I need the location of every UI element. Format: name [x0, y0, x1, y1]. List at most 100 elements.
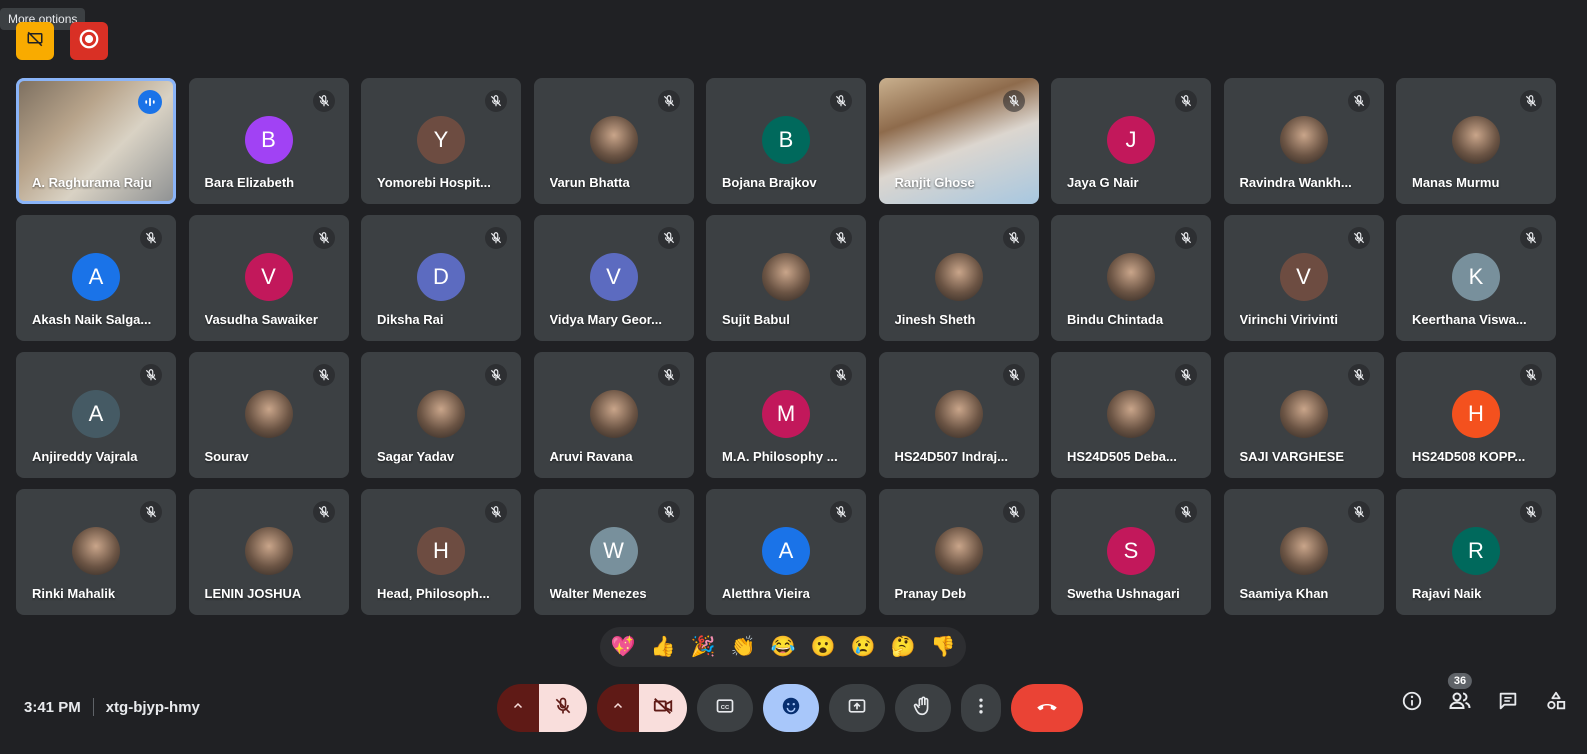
mic-muted-icon [485, 227, 507, 249]
avatar [934, 527, 983, 575]
reaction-emoji-button[interactable]: 👍 [650, 637, 676, 657]
camera-toggle-button[interactable] [639, 684, 687, 732]
participant-tile[interactable]: Ravindra Wankh... [1223, 78, 1384, 204]
record-icon [78, 28, 100, 55]
mic-muted-icon [312, 227, 335, 249]
recording-badge[interactable] [70, 22, 108, 60]
participant-name: Manas Murmu [1412, 175, 1500, 190]
participant-tile[interactable]: H Head, Philosoph... [361, 489, 521, 615]
present-screen-button[interactable] [829, 684, 885, 732]
avatar: V [244, 253, 293, 301]
avatar [1107, 253, 1155, 301]
participant-tile[interactable]: LENIN JOSHUA [188, 489, 349, 615]
reaction-emoji-button[interactable]: 🤔 [890, 637, 916, 657]
participant-tile[interactable]: V Vidya Mary Geor... [533, 215, 694, 341]
avatar [934, 390, 983, 438]
participant-tile[interactable]: HS24D507 Indraj... [878, 352, 1039, 478]
raise-hand-button[interactable] [895, 684, 951, 732]
participant-tile[interactable]: HS24D505 Deba... [1051, 352, 1211, 478]
participant-tile[interactable]: Jinesh Sheth [878, 215, 1039, 341]
reaction-emoji-button[interactable]: 👎 [930, 637, 956, 657]
captions-button[interactable]: CC [697, 684, 753, 732]
meeting-details-button[interactable] [1399, 690, 1425, 716]
participant-name: Pranay Deb [894, 586, 967, 601]
chevron-up-icon [512, 699, 524, 717]
screen-share-off-badge[interactable] [16, 22, 54, 60]
camera-options-button[interactable] [597, 684, 639, 732]
participant-tile[interactable]: Bindu Chintada [1051, 215, 1211, 341]
participant-name: Bindu Chintada [1067, 312, 1164, 327]
participant-tile[interactable]: Sujit Babul [706, 215, 866, 341]
mic-muted-icon [1347, 227, 1370, 249]
screen-share-off-icon [26, 30, 44, 53]
reaction-emoji-button[interactable]: 🎉 [690, 637, 716, 657]
participant-tile[interactable]: A. Raghurama Raju [16, 78, 176, 204]
mic-muted-icon [312, 364, 335, 386]
activities-button[interactable] [1543, 690, 1569, 716]
mic-toggle-button[interactable] [539, 684, 587, 732]
avatar: H [1452, 390, 1500, 438]
chat-button[interactable] [1495, 690, 1521, 716]
participant-name: HS24D505 Deba... [1067, 449, 1177, 464]
participant-tile[interactable]: R Rajavi Naik [1396, 489, 1556, 615]
more-options-button[interactable] [961, 684, 1001, 732]
leave-call-button[interactable] [1011, 684, 1083, 732]
meet-call-screen: More options A. Raghurama Raju B Bara Eliz… [0, 0, 1587, 754]
participant-name: Walter Menezes [549, 586, 647, 601]
participant-name: Ravindra Wankh... [1239, 175, 1352, 190]
activities-shapes-icon [1545, 690, 1567, 717]
participant-tile[interactable]: Ranjit Ghose [878, 78, 1039, 204]
avatar [589, 116, 638, 164]
avatar [1452, 116, 1500, 164]
participant-tile[interactable]: D Diksha Rai [361, 215, 521, 341]
avatar [244, 390, 293, 438]
avatar [72, 527, 120, 575]
participant-tile[interactable]: Rinki Mahalik [16, 489, 176, 615]
participant-tile[interactable]: Sagar Yadav [361, 352, 521, 478]
participant-name: Jinesh Sheth [894, 312, 976, 327]
participant-tile[interactable]: Manas Murmu [1396, 78, 1556, 204]
mic-muted-icon [1175, 227, 1197, 249]
participant-name: Akash Naik Salga... [32, 312, 152, 327]
mic-muted-icon [657, 364, 680, 386]
participant-tile[interactable]: B Bojana Brajkov [706, 78, 866, 204]
participant-tile[interactable]: Y Yomorebi Hospit... [361, 78, 521, 204]
participant-tile[interactable]: B Bara Elizabeth [188, 78, 349, 204]
participant-name: Aruvi Ravana [549, 449, 633, 464]
participant-tile[interactable]: V Virinchi Virivinti [1223, 215, 1384, 341]
participant-tile[interactable]: H HS24D508 KOPP... [1396, 352, 1556, 478]
mic-muted-icon [830, 364, 852, 386]
reaction-emoji-button[interactable]: 👏 [730, 637, 756, 657]
reaction-emoji-button[interactable]: 😮 [810, 637, 836, 657]
participant-tile[interactable]: A Anjireddy Vajrala [16, 352, 176, 478]
participant-tile[interactable]: Pranay Deb [878, 489, 1039, 615]
participant-tile[interactable]: J Jaya G Nair [1051, 78, 1211, 204]
participant-name: HS24D507 Indraj... [894, 449, 1008, 464]
participant-tile[interactable]: M M.A. Philosophy ... [706, 352, 866, 478]
avatar: K [1452, 253, 1500, 301]
participant-tile[interactable]: Varun Bhatta [533, 78, 694, 204]
reaction-emoji-button[interactable]: 😂 [770, 637, 796, 657]
participant-tile[interactable]: Saamiya Khan [1223, 489, 1384, 615]
avatar [1279, 527, 1328, 575]
participant-tile[interactable]: A Aletthra Vieira [706, 489, 866, 615]
meeting-code[interactable]: xtg-bjyp-hmy [106, 699, 200, 716]
people-button[interactable]: 36 [1447, 673, 1473, 716]
participant-tile[interactable]: S Swetha Ushnagari [1051, 489, 1211, 615]
participant-tile[interactable]: Aruvi Ravana [533, 352, 694, 478]
participant-name: Rajavi Naik [1412, 586, 1482, 601]
participant-tile[interactable]: K Keerthana Viswa... [1396, 215, 1556, 341]
reactions-bar: 💖 👍 🎉 👏 😂 😮 😢 🤔 👎 [600, 627, 966, 667]
participant-tile[interactable]: V Vasudha Sawaiker [188, 215, 349, 341]
participant-name: Head, Philosoph... [377, 586, 490, 601]
participant-tile[interactable]: SAJI VARGHESE [1223, 352, 1384, 478]
participant-tile[interactable]: A Akash Naik Salga... [16, 215, 176, 341]
participant-tile[interactable]: Sourav [188, 352, 349, 478]
reaction-emoji-button[interactable]: 💖 [610, 637, 636, 657]
reaction-emoji-button[interactable]: 😢 [850, 637, 876, 657]
emoji-reactions-button[interactable] [763, 684, 819, 732]
more-vert-icon [971, 696, 991, 721]
participant-tile[interactable]: W Walter Menezes [533, 489, 694, 615]
mic-muted-icon [485, 90, 507, 112]
mic-options-button[interactable] [497, 684, 539, 732]
